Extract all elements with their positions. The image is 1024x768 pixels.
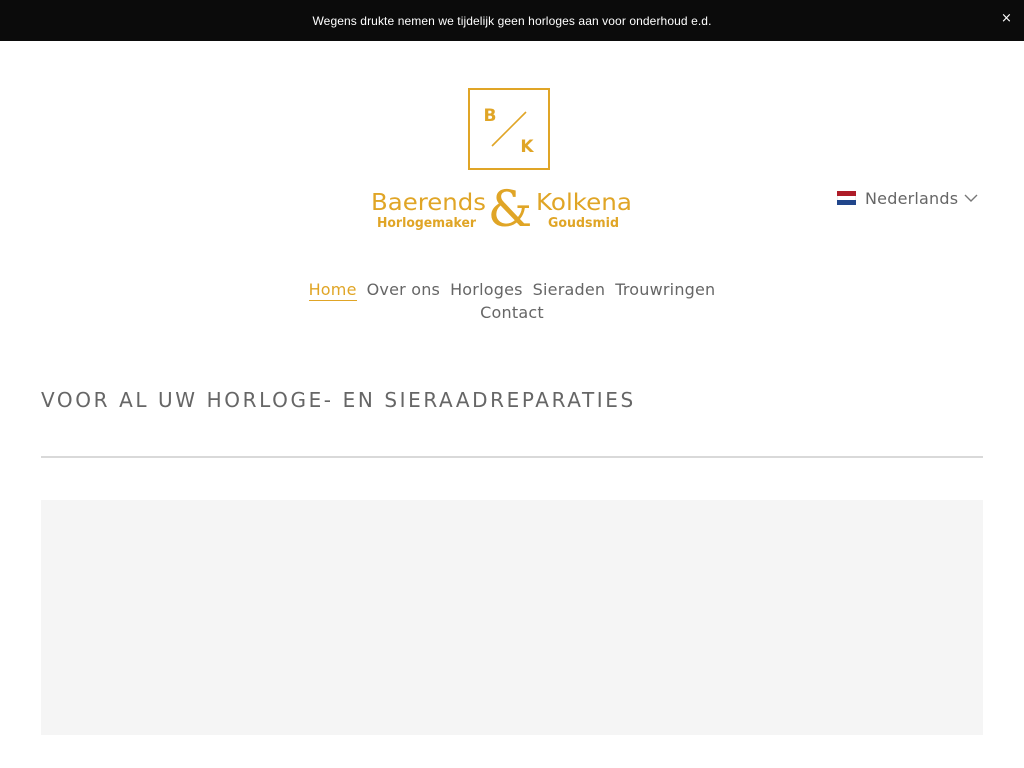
nav-item-trouwringen[interactable]: Trouwringen [615, 278, 715, 301]
chevron-down-icon [964, 193, 978, 203]
section-divider [41, 456, 983, 458]
monogram-k: K [520, 137, 534, 157]
close-icon[interactable]: × [1001, 11, 1012, 27]
nav-item-sieraden[interactable]: Sieraden [533, 278, 606, 301]
netherlands-flag-icon [837, 191, 856, 206]
monogram-b: B [484, 106, 497, 126]
nav-item-horloges[interactable]: Horloges [450, 278, 523, 301]
language-label: Nederlands [865, 188, 959, 208]
main-nav: Home Over ons Horloges Sieraden Trouwringen … [262, 278, 762, 324]
hero-image-placeholder [41, 500, 983, 735]
language-selector[interactable]: Nederlands [837, 187, 978, 209]
logo-name-left: Baerends [371, 190, 486, 216]
announcement-bar: Wegens drukte nemen we tijdelijk geen ho… [0, 0, 1024, 41]
nav-item-over-ons[interactable]: Over ons [367, 278, 440, 301]
nav-item-contact[interactable]: Contact [480, 301, 544, 324]
announcement-text: Wegens drukte nemen we tijdelijk geen ho… [312, 13, 712, 28]
hero-title: VOOR AL UW HORLOGE- EN SIERAADREPARATIES [41, 388, 636, 412]
logo[interactable]: B K Baerends & Kolkena Horlogemaker Goud… [360, 84, 640, 236]
logo-sub-left: Horlogemaker [377, 216, 477, 231]
logo-name-right: Kolkena [536, 190, 632, 216]
nav-item-home[interactable]: Home [308, 280, 357, 301]
logo-sub-right: Goudsmid [548, 216, 619, 231]
logo-ampersand: & [488, 180, 533, 236]
